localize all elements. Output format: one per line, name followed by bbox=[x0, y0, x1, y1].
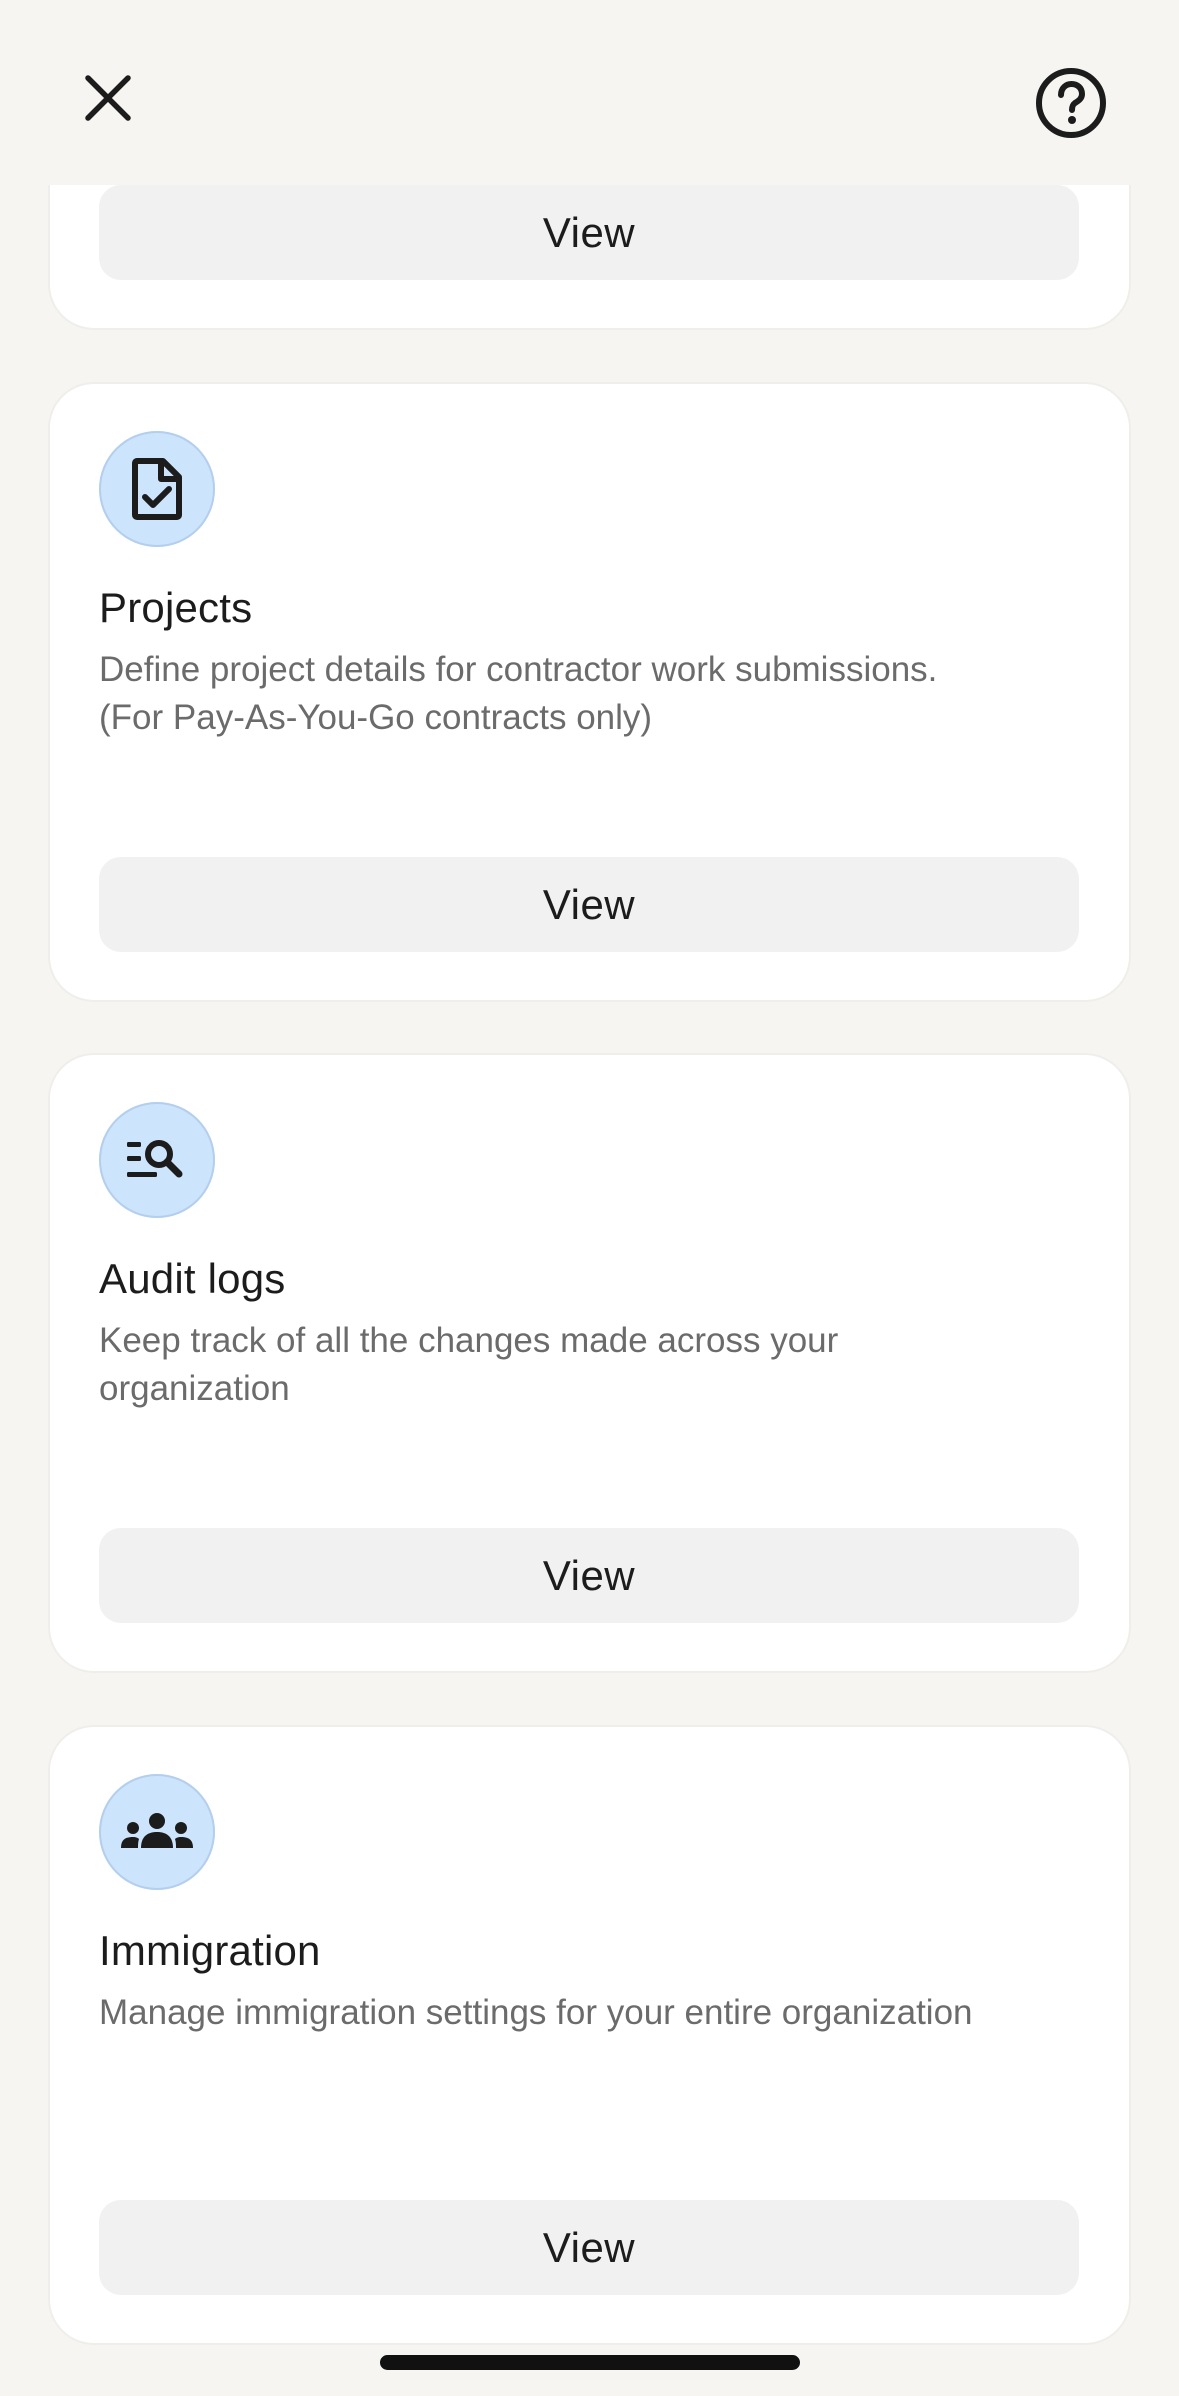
settings-page: View Projects Define project details for… bbox=[0, 0, 1179, 2396]
card-description: Manage immigration settings for your ent… bbox=[99, 1993, 973, 2032]
people-group-icon bbox=[99, 1774, 215, 1890]
card-title: Audit logs bbox=[99, 1255, 286, 1302]
list-search-icon bbox=[99, 1102, 215, 1218]
card-title: Projects bbox=[99, 584, 253, 631]
card-audit-logs: Audit logs Keep track of all the changes… bbox=[50, 1055, 1129, 1671]
help-button[interactable] bbox=[1030, 62, 1112, 144]
card-immigration: Immigration Manage immigration settings … bbox=[50, 1727, 1129, 2343]
view-button-immigration[interactable]: View bbox=[99, 2200, 1079, 2295]
view-button-projects[interactable]: View bbox=[99, 857, 1079, 952]
document-check-icon bbox=[99, 431, 215, 547]
card-description: Define project details for contractor wo… bbox=[99, 650, 938, 737]
home-indicator[interactable] bbox=[380, 2355, 800, 2370]
card-projects: Projects Define project details for cont… bbox=[50, 384, 1129, 1000]
close-button[interactable] bbox=[70, 60, 146, 136]
help-circle-icon bbox=[1036, 68, 1106, 138]
card-description: Keep track of all the changes made acros… bbox=[99, 1321, 839, 1408]
close-icon bbox=[85, 75, 131, 121]
view-button-previous[interactable]: View bbox=[99, 185, 1079, 280]
view-button-audit-logs[interactable]: View bbox=[99, 1528, 1079, 1623]
card-title: Immigration bbox=[99, 1927, 321, 1974]
top-bar bbox=[0, 0, 1179, 185]
